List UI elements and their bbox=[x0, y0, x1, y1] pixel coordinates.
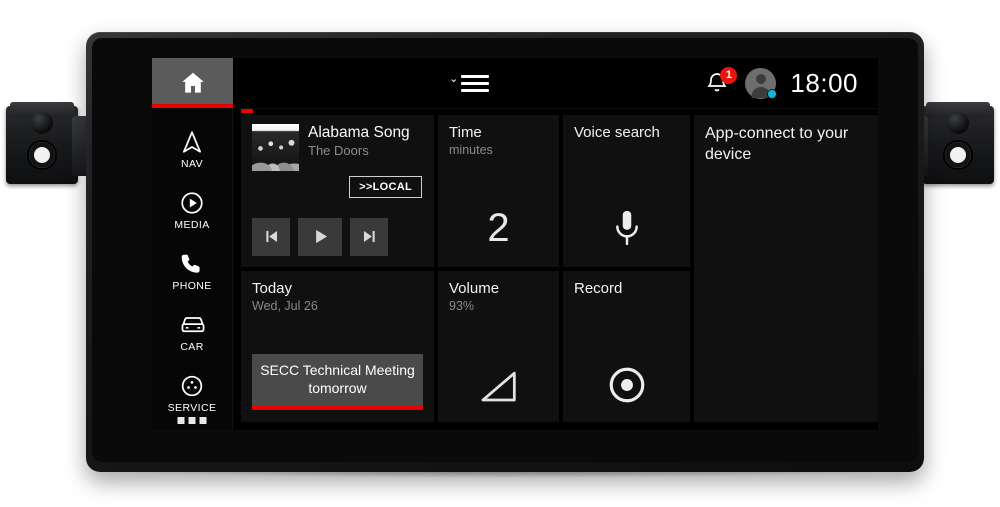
tile-time-value-wrap: 2 bbox=[438, 206, 559, 251]
tile-calendar-date: Wed, Jul 26 bbox=[252, 298, 318, 313]
screenshot-stage: ⌄ 1 18:00 NAV MEDIA PHONE CAR SERVICE Al… bbox=[0, 0, 1000, 507]
play-icon bbox=[310, 226, 331, 247]
tile-volume-title: Volume bbox=[449, 279, 500, 297]
sidebar-item-label: MEDIA bbox=[174, 219, 210, 231]
tile-voice-title: Voice search bbox=[574, 124, 660, 141]
sidebar-item-nav[interactable]: NAV bbox=[152, 119, 233, 180]
tile-app-connect-title: App-connect to your device bbox=[705, 125, 849, 163]
tile-voice-search[interactable]: Voice search bbox=[563, 115, 690, 267]
mounting-bracket-left bbox=[6, 102, 98, 184]
sidebar-item-car[interactable]: CAR bbox=[152, 302, 233, 363]
service-circle-icon bbox=[179, 373, 205, 399]
home-icon bbox=[178, 69, 208, 97]
top-bar-right: 1 18:00 bbox=[705, 58, 878, 108]
infotainment-screen: ⌄ 1 18:00 NAV MEDIA PHONE CAR SERVICE Al… bbox=[152, 58, 878, 430]
skip-next-icon bbox=[360, 227, 379, 246]
dot-icon bbox=[199, 417, 207, 424]
sidebar-more-button[interactable] bbox=[177, 417, 207, 424]
top-bar-middle: ⌄ bbox=[233, 58, 705, 108]
tile-time-subtitle: minutes bbox=[449, 143, 493, 158]
microphone-icon bbox=[609, 207, 645, 251]
sidebar-item-label: SERVICE bbox=[167, 402, 217, 414]
album-art-figures bbox=[252, 142, 299, 171]
home-tile-grid: Alabama Song The Doors >>LOCAL Time minu… bbox=[233, 109, 878, 430]
sidebar: NAV MEDIA PHONE CAR SERVICE bbox=[152, 109, 233, 430]
dot-icon bbox=[177, 417, 185, 424]
track-artist: The Doors bbox=[308, 143, 369, 159]
navigation-arrow-icon bbox=[179, 129, 205, 155]
tile-record[interactable]: Record bbox=[563, 270, 690, 422]
sidebar-item-label: NAV bbox=[180, 158, 203, 170]
tile-time-value: 2 bbox=[487, 205, 510, 250]
tile-volume-value: 93% bbox=[449, 298, 475, 313]
avatar-status-dot bbox=[767, 88, 778, 99]
screen-body: NAV MEDIA PHONE CAR SERVICE Alabama Song… bbox=[152, 109, 878, 430]
album-art bbox=[252, 124, 299, 171]
record-circle-icon bbox=[606, 364, 648, 406]
top-status-bar: ⌄ 1 18:00 bbox=[152, 58, 878, 109]
calendar-event-card[interactable]: SECC Technical Meeting tomorrow bbox=[252, 354, 423, 410]
tile-calendar-title: Today bbox=[252, 279, 293, 297]
notification-badge: 1 bbox=[720, 67, 738, 84]
dot-icon bbox=[188, 417, 196, 424]
now-playing-header: Alabama Song The Doors bbox=[252, 124, 423, 171]
bracket-screw-hole-left bbox=[29, 142, 55, 168]
car-front-icon bbox=[179, 312, 205, 338]
tile-now-playing[interactable]: Alabama Song The Doors >>LOCAL bbox=[241, 115, 434, 267]
notifications-button[interactable]: 1 bbox=[705, 67, 738, 97]
hamburger-icon bbox=[461, 74, 490, 92]
menu-button[interactable]: ⌄ bbox=[449, 72, 490, 93]
play-button[interactable] bbox=[298, 217, 342, 256]
tile-record-title: Record bbox=[574, 279, 623, 297]
source-local-button[interactable]: >>LOCAL bbox=[349, 176, 422, 198]
home-button[interactable] bbox=[152, 58, 233, 108]
transport-controls bbox=[252, 217, 388, 256]
tile-calendar[interactable]: Today Wed, Jul 26 SECC Technical Meeting… bbox=[241, 270, 434, 422]
chevron-down-icon: ⌄ bbox=[449, 72, 459, 85]
sidebar-item-label: PHONE bbox=[172, 280, 212, 292]
clock: 18:00 bbox=[790, 67, 858, 98]
tile-voice-icon-wrap bbox=[563, 207, 690, 251]
previous-track-button[interactable] bbox=[252, 217, 290, 256]
media-play-circle-icon bbox=[179, 190, 205, 216]
bracket-knob-right bbox=[947, 112, 969, 134]
track-info: Alabama Song The Doors bbox=[308, 124, 410, 158]
tile-record-icon-wrap bbox=[563, 364, 690, 406]
avatar-head-icon bbox=[755, 73, 766, 84]
tile-volume[interactable]: Volume 93% bbox=[438, 270, 559, 422]
avatar[interactable] bbox=[745, 67, 778, 99]
sidebar-item-phone[interactable]: PHONE bbox=[152, 241, 233, 302]
mounting-bracket-right bbox=[902, 102, 994, 184]
sidebar-item-media[interactable]: MEDIA bbox=[152, 180, 233, 241]
skip-previous-icon bbox=[262, 227, 281, 246]
next-track-button[interactable] bbox=[350, 217, 388, 256]
tile-app-connect[interactable]: App-connect to your device bbox=[694, 115, 878, 422]
sidebar-item-label: CAR bbox=[180, 341, 204, 353]
phone-handset-icon bbox=[179, 251, 205, 277]
bracket-screw-hole-right bbox=[945, 142, 971, 168]
volume-triangle-icon bbox=[476, 368, 522, 406]
sidebar-item-service[interactable]: SERVICE bbox=[152, 363, 233, 424]
tile-volume-icon-wrap bbox=[438, 368, 559, 406]
bracket-knob-left bbox=[31, 112, 53, 134]
tile-time[interactable]: Time minutes 2 bbox=[438, 115, 559, 267]
tile-time-title: Time bbox=[449, 124, 482, 141]
track-title: Alabama Song bbox=[308, 124, 410, 141]
